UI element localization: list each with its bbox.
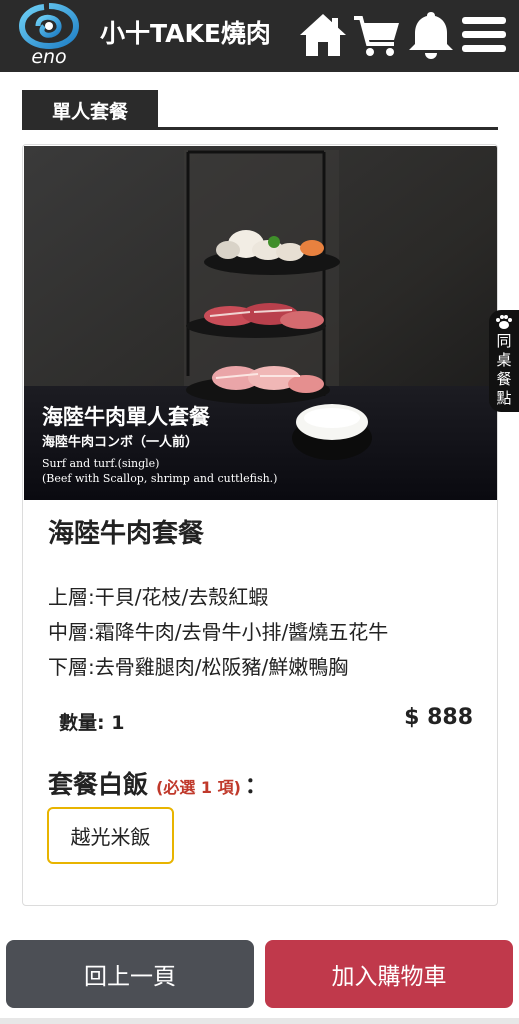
product-description-line: 上層:干貝/花枝/去殼紅蝦 [48, 585, 269, 609]
logo-text: eno [31, 46, 67, 68]
product-description-line: 中層:霜降牛肉/去骨牛小排/醬燒五花牛 [48, 620, 389, 644]
menu-icon[interactable] [460, 10, 508, 60]
app-header: eno 小十TAKE燒肉 [0, 0, 519, 72]
back-button[interactable]: 回上一頁 [6, 940, 254, 1008]
price-label: $ 888 [404, 705, 473, 730]
rice-option-koshihikari[interactable]: 越光米飯 [47, 807, 174, 864]
product-name: 海陸牛肉套餐 [48, 519, 205, 549]
add-to-cart-button[interactable]: 加入購物車 [265, 940, 513, 1008]
paw-icon [496, 315, 512, 329]
section-tab-single-set[interactable]: 單人套餐 [22, 90, 158, 130]
app-title: 小十TAKE燒肉 [100, 19, 271, 48]
shared-table-label: 同桌餐點 [496, 332, 512, 407]
bottom-bar [0, 1018, 519, 1024]
product-card: 海陸牛肉單人套餐 海陸牛肉コンボ（一人前） Surf and turf.(sin… [22, 144, 498, 906]
photo-caption-english-1: Surf and turf.(single) [42, 457, 160, 470]
heading-colon: ： [244, 774, 267, 799]
photo-caption-title: 海陸牛肉單人套餐 [42, 404, 210, 429]
photo-caption-english-2: (Beef with Scallop, shrimp and cuttlefis… [42, 472, 278, 485]
quantity-label: 數量: 1 [59, 712, 125, 734]
required-note: (必選 1 項) [156, 778, 241, 797]
bell-icon[interactable] [406, 10, 456, 60]
shared-table-tab[interactable]: 同桌餐點 [489, 310, 519, 412]
rice-option-title: 套餐白飯 [48, 770, 149, 799]
cart-icon[interactable] [352, 10, 402, 60]
product-description-line: 下層:去骨雞腿肉/松阪豬/鮮嫩鴨胸 [48, 655, 349, 679]
section-divider [22, 127, 498, 130]
photo-caption-subtitle: 海陸牛肉コンボ（一人前） [42, 435, 199, 450]
rice-option-heading: 套餐白飯 (必選 1 項)： [48, 765, 267, 801]
home-icon[interactable] [298, 10, 348, 60]
